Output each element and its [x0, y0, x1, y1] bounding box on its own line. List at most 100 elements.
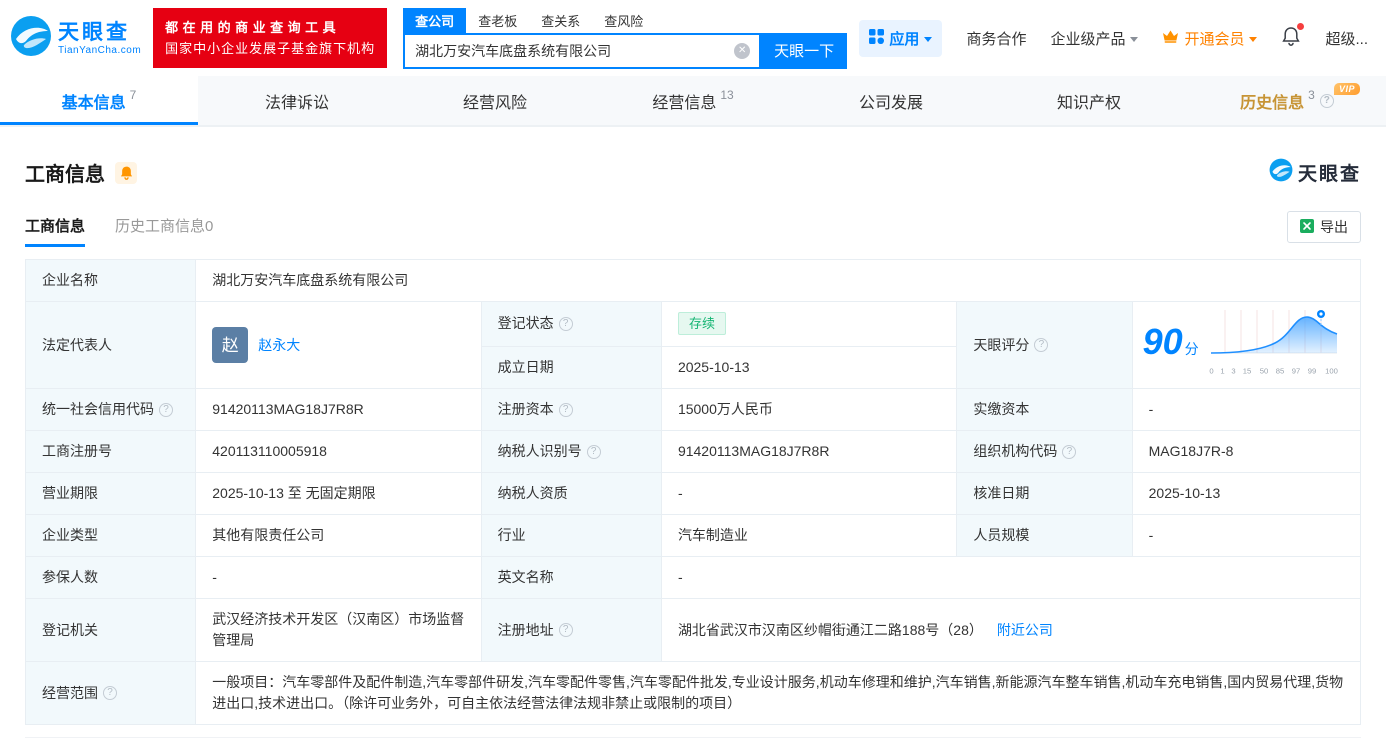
menu-super-vip[interactable]: 超级... [1325, 28, 1368, 49]
tab-basic-info[interactable]: 基本信息 7 [0, 76, 198, 125]
help-icon[interactable] [558, 316, 573, 331]
watermark-logo-text: 天眼查 [1297, 164, 1361, 185]
search-tab-relation[interactable]: 查关系 [529, 8, 592, 33]
menu-enterprise-products[interactable]: 企业级产品 [1050, 28, 1139, 49]
value-paid-capital: - [1131, 388, 1362, 431]
tab-history-info[interactable]: VIP 历史信息 3 [1188, 76, 1386, 125]
tab-history-info-label: 历史信息 [1240, 94, 1305, 112]
menu-apps[interactable]: 应用 [859, 19, 943, 57]
table-row: 统一社会信用代码 91420113MAG18J7R8R 注册资本 15000万人… [24, 388, 1362, 431]
tab-legal-litigation-label: 法律诉讼 [264, 94, 329, 112]
registered-address-text: 湖北省武汉市汉南区纱帽街通江二路188号（28） [677, 621, 983, 638]
tianyancha-logo-icon [10, 15, 52, 62]
value-org-code: MAG18J7R-8 [1131, 430, 1362, 473]
help-icon[interactable] [558, 402, 573, 417]
tianyancha-logo[interactable]: 天眼查 TianYanCha.com [10, 15, 141, 62]
status-badge: 存续 [677, 312, 726, 336]
search-row: 天眼一下 [403, 32, 848, 69]
label-business-term: 营业期限 [24, 472, 197, 515]
tab-intellectual-property[interactable]: 知识产权 [990, 76, 1188, 125]
label-registration-authority: 登记机关 [24, 598, 197, 662]
logo-domain: TianYanCha.com [58, 44, 142, 56]
table-row: 参保人数 - 英文名称 - [24, 556, 1362, 599]
subtab-business-info[interactable]: 工商信息 [25, 215, 86, 247]
score-number[interactable]: 90 分 [1143, 323, 1199, 360]
export-button[interactable]: 导出 [1287, 211, 1361, 243]
business-info-table: 企业名称 湖北万安汽车底盘系统有限公司 法定代表人 赵 赵永大 登记状态 ? 存… [24, 259, 1362, 725]
tianyan-score-label-text: 天眼评分 [973, 336, 1030, 353]
score-curve-chart: 01 3 15 50 85 97 99 100 [1209, 308, 1341, 382]
menu-business-cooperation[interactable]: 商务合作 [966, 28, 1026, 49]
logo-brand: 天眼查 [58, 20, 130, 44]
excel-export-icon [1300, 218, 1314, 236]
table-row: 企业类型 其他有限责任公司 行业 汽车制造业 人员规模 - [24, 514, 1362, 557]
registration-status-label-text: 登记状态 [497, 315, 554, 332]
menu-vip-label: 开通会员 [1184, 30, 1245, 48]
notification-bell[interactable] [1281, 22, 1305, 51]
search-tabs: 查公司 查老板 查关系 查风险 [403, 7, 847, 33]
search-tab-risk[interactable]: 查风险 [592, 8, 655, 33]
help-icon[interactable] [558, 623, 573, 637]
search-tab-company[interactable]: 查公司 [403, 7, 467, 33]
business-info-section: 工商信息 天眼查 工商信息 历史工商信息0 导出 企业名称 湖北万安汽车底盘系统… [0, 158, 1386, 738]
help-icon[interactable] [586, 444, 601, 459]
label-company-type: 企业类型 [24, 514, 197, 557]
registered-capital-label-text: 注册资本 [497, 401, 554, 417]
table-row: 企业名称 湖北万安汽车底盘系统有限公司 [24, 259, 1361, 302]
legal-rep-avatar[interactable]: 赵 [212, 327, 249, 363]
score-axis-labels: 01 3 15 50 85 97 99 100 [1209, 366, 1338, 376]
notification-dot [1297, 22, 1305, 30]
crown-icon [1162, 29, 1179, 47]
value-tianyan-score: 90 分 0 1 3 15 50 85 97 99 100 [1131, 301, 1362, 389]
search-button[interactable]: 天眼一下 [761, 32, 848, 69]
section-header: 工商信息 天眼查 [25, 158, 1361, 187]
promo-banner[interactable]: 都在用的商业查询工具 国家中小企业发展子基金旗下机构 [153, 8, 388, 68]
tab-operation-risk-label: 经营风险 [462, 94, 527, 112]
value-registered-capital: 15000万人民币 [660, 388, 958, 431]
tab-operation-info-label: 经营信息 [652, 94, 717, 112]
vip-badge: VIP [1333, 83, 1360, 95]
tab-operation-risk[interactable]: 经营风险 [396, 76, 594, 125]
taxpayer-id-label-text: 纳税人识别号 [497, 443, 582, 459]
business-scope-label-text: 经营范围 [42, 684, 98, 701]
tab-company-development-label: 公司发展 [858, 94, 923, 112]
search-area: 查公司 查老板 查关系 查风险 天眼一下 [403, 7, 848, 69]
help-icon[interactable] [103, 686, 117, 700]
promo-line-1: 都在用的商业查询工具 [165, 20, 341, 35]
label-tianyan-score: 天眼评分 [956, 301, 1133, 389]
value-insured-count: - [195, 556, 482, 599]
label-company-name: 企业名称 [24, 259, 197, 302]
help-icon[interactable] [1062, 444, 1077, 459]
clear-search-icon[interactable] [734, 42, 751, 59]
search-tab-boss[interactable]: 查老板 [466, 8, 529, 33]
label-registration-status: 登记状态 [480, 301, 662, 347]
company-nav-tabs: 基本信息 7 法律诉讼 经营风险 经营信息 13 公司发展 知识产权 VIP 历… [0, 76, 1386, 126]
tab-legal-litigation[interactable]: 法律诉讼 [198, 76, 396, 125]
tab-operation-info[interactable]: 经营信息 13 [594, 76, 792, 125]
table-row: 营业期限 2025-10-13 至 无固定期限 纳税人资质 - 核准日期 202… [24, 472, 1362, 515]
subscribe-bell-button[interactable] [115, 161, 137, 184]
nearby-companies-link[interactable]: 附近公司 [997, 620, 1053, 641]
chevron-down-icon [1130, 36, 1139, 42]
legal-rep-link[interactable]: 赵永大 [258, 335, 300, 356]
logo-text: 天眼查 TianYanCha.com [58, 21, 141, 56]
help-icon[interactable] [1034, 338, 1049, 352]
table-row: 法定代表人 赵 赵永大 登记状态 存续 [24, 301, 1362, 389]
subtab-history-business-info[interactable]: 历史工商信息0 [115, 215, 213, 247]
tab-history-info-count: 3 [1308, 87, 1315, 102]
label-english-name: 英文名称 [480, 556, 662, 599]
help-icon[interactable] [1319, 93, 1334, 108]
value-credit-code: 91420113MAG18J7R8R [195, 388, 482, 431]
tab-intellectual-property-label: 知识产权 [1056, 94, 1121, 112]
table-row: 登记机关 武汉经济技术开发区（汉南区）市场监督管理局 注册地址 湖北省武汉市汉南… [24, 598, 1362, 662]
search-input[interactable] [405, 42, 735, 59]
value-business-scope: 一般项目：汽车零部件及配件制造,汽车零部件研发,汽车零配件零售,汽车零配件批发,… [195, 661, 1361, 725]
menu-open-vip[interactable]: 开通会员 [1162, 28, 1258, 49]
menu-apps-label: 应用 [889, 30, 920, 48]
help-icon[interactable] [159, 402, 173, 417]
label-insured-count: 参保人数 [24, 556, 197, 599]
tab-company-development[interactable]: 公司发展 [792, 76, 990, 125]
label-industry: 行业 [480, 514, 662, 557]
menu-enterprise-label: 企业级产品 [1050, 30, 1126, 48]
tab-basic-info-label: 基本信息 [61, 94, 126, 112]
